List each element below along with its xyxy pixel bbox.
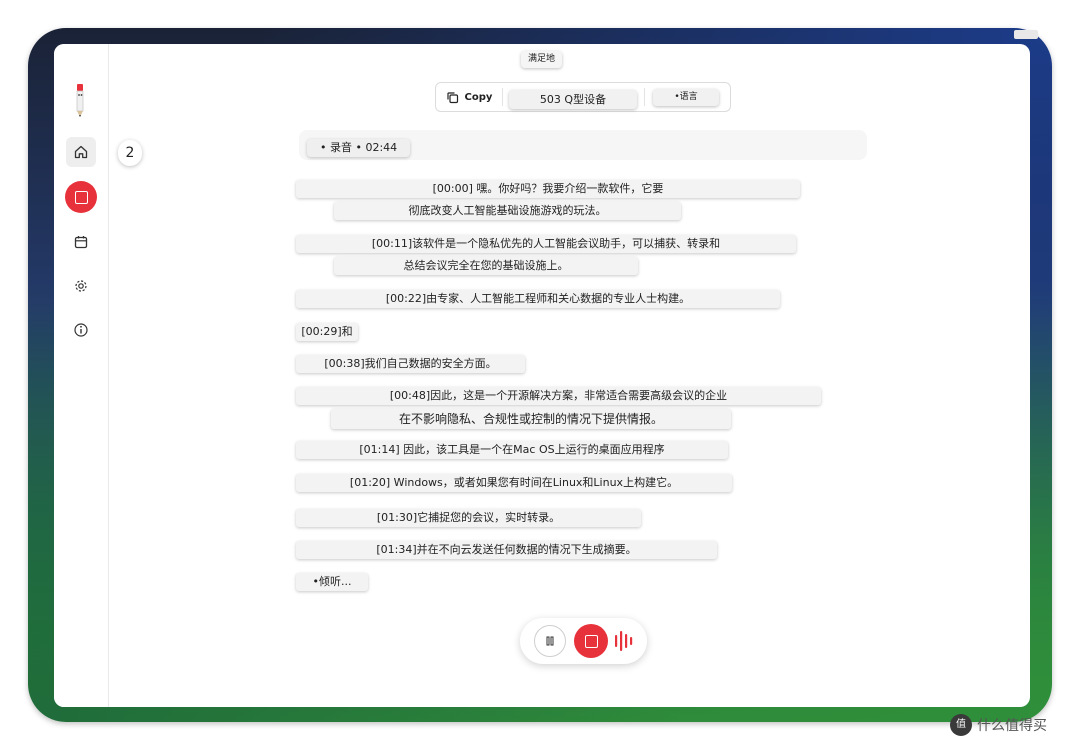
transcript-line: [01:30]它捕捉您的会议，实时转录。 (296, 509, 641, 527)
recording-controls (520, 618, 647, 664)
toolbar: Copy 503 Q型设备 •语言 (435, 82, 731, 112)
device-selector[interactable]: 503 Q型设备 (509, 90, 637, 109)
watermark-text: 什么值得买 (977, 718, 1047, 734)
stop-button[interactable] (574, 624, 608, 658)
sidebar-home-button[interactable] (66, 137, 96, 167)
info-icon (74, 323, 88, 337)
language-selector[interactable]: •语言 (653, 89, 719, 106)
count-badge: 2 (118, 140, 142, 166)
home-icon (74, 145, 88, 159)
toolbar-divider (502, 88, 503, 106)
transcript-line: [01:34]并在不向云发送任何数据的情况下生成摘要。 (296, 541, 717, 559)
transcript-line: 总结会议完全在您的基础设施上。 (334, 257, 638, 275)
toolbar-divider (644, 88, 645, 106)
transcript-line: 在不影响隐私、合规性或控制的情况下提供情报。 (331, 409, 731, 429)
transcript-line: [00:29]和 (296, 323, 358, 341)
copy-icon (446, 91, 458, 103)
transcript-line: 彻底改变人工智能基础设施游戏的玩法。 (334, 202, 681, 220)
transcript-line: [01:14] 因此，该工具是一个在Mac OS上运行的桌面应用程序 (296, 441, 728, 459)
copy-button[interactable]: Copy (436, 83, 502, 111)
audio-waveform-icon (615, 631, 633, 651)
recording-status: • 录音 • 02:44 (307, 139, 411, 157)
pause-button[interactable] (534, 625, 566, 657)
gear-icon (75, 280, 87, 292)
app-window: 2 满足地 Copy 503 Q型设备 •语言 • 录音 • 02:44 [00… (54, 44, 1030, 707)
listening-indicator: •倾听... (296, 573, 368, 591)
calendar-icon (74, 236, 88, 249)
sidebar-info-button[interactable] (66, 315, 96, 345)
transcript-line: [00:38]我们自己数据的安全方面。 (296, 355, 525, 373)
sidebar (54, 44, 109, 707)
transcript-line: [00:48]因此，这是一个开源解决方案，非常适合需要高级会议的企业 (296, 387, 821, 405)
watermark-logo: 值 (950, 714, 972, 736)
transcript-line: [00:11]该软件是一个隐私优先的人工智能会议助手，可以捕获、转录和 (296, 235, 796, 253)
menubar-indicator (1014, 30, 1038, 39)
pause-icon (546, 636, 554, 646)
sidebar-calendar-button[interactable] (66, 227, 96, 257)
sidebar-settings-button[interactable] (66, 271, 96, 301)
stop-icon (584, 634, 598, 648)
transcript-line: [00:00] 嘿。你好吗？我要介绍一款软件，它要 (296, 180, 800, 198)
transcript-line: [01:20] Windows，或者如果您有时间在Linux和Linux上构建它… (296, 474, 732, 492)
sidebar-record-button[interactable] (65, 181, 97, 213)
pencil-logo-icon (76, 84, 84, 117)
transcript-line: [00:22]由专家、人工智能工程师和关心数据的专业人士构建。 (296, 290, 780, 308)
window-title-tooltip: 满足地 (521, 51, 563, 68)
watermark: 值 什么值得买 (950, 714, 1047, 736)
copy-label: Copy (464, 91, 493, 103)
record-icon (74, 190, 88, 204)
